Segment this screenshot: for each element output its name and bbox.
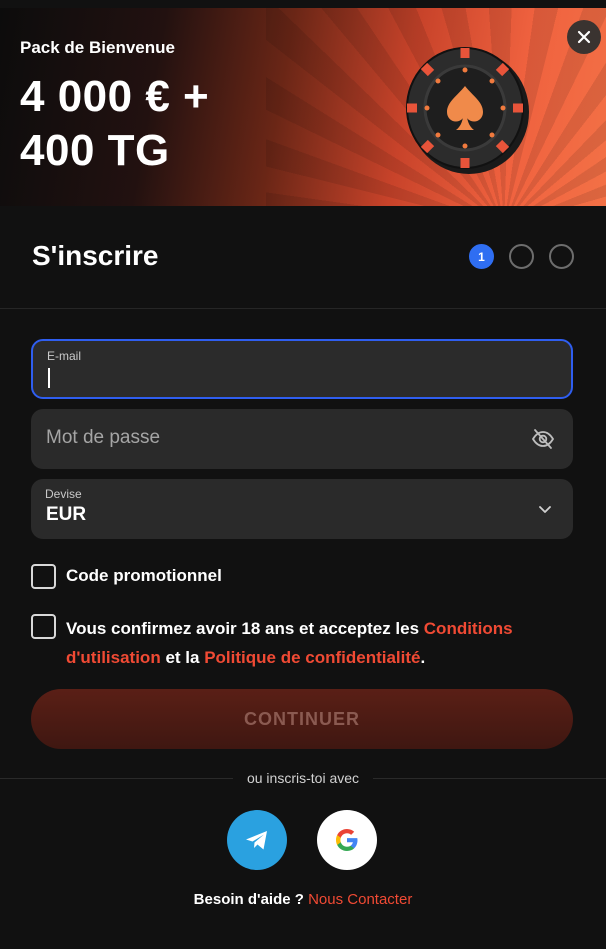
banner-title: 4 000 € + 400 TG bbox=[20, 70, 209, 178]
terms-text-middle: et la bbox=[160, 648, 205, 667]
close-icon bbox=[577, 30, 591, 44]
form-title: S'inscrire bbox=[32, 240, 159, 271]
terms-checkbox[interactable] bbox=[31, 614, 56, 639]
continue-button[interactable]: CONTINUER bbox=[31, 689, 573, 749]
welcome-banner: Pack de Bienvenue 4 000 € + 400 TG bbox=[0, 8, 606, 206]
text-caret bbox=[48, 368, 50, 388]
email-field[interactable]: E-mail bbox=[31, 339, 573, 399]
promo-code-label[interactable]: Code promotionnel bbox=[66, 566, 222, 586]
google-icon bbox=[336, 829, 358, 851]
social-divider: ou inscris-toi avec bbox=[0, 770, 606, 786]
eye-slash-icon[interactable] bbox=[531, 427, 555, 451]
email-label: E-mail bbox=[47, 349, 82, 363]
terms-text-after: . bbox=[420, 648, 426, 667]
banner-title-line2: 400 TG bbox=[20, 126, 170, 175]
banner-subtitle: Pack de Bienvenue bbox=[20, 38, 175, 57]
poker-chip-spade-icon bbox=[406, 47, 529, 174]
close-button[interactable] bbox=[567, 20, 601, 54]
privacy-policy-link[interactable]: Politique de confidentialité bbox=[204, 648, 420, 667]
terms-text-before: Vous confirmez avoir 18 ans et acceptez … bbox=[66, 619, 424, 638]
form-header: S'inscrire 1 bbox=[0, 206, 606, 309]
telegram-icon bbox=[246, 831, 267, 850]
google-login-button[interactable] bbox=[317, 810, 377, 870]
step-indicator-2 bbox=[509, 244, 534, 269]
terms-text: Vous confirmez avoir 18 ans et acceptez … bbox=[66, 614, 546, 672]
currency-select[interactable]: Devise EUR bbox=[31, 479, 573, 539]
help-text: Besoin d'aide ? bbox=[193, 891, 309, 908]
email-input[interactable] bbox=[47, 365, 527, 391]
password-field[interactable]: Mot de passe bbox=[31, 409, 573, 469]
promo-code-checkbox[interactable] bbox=[31, 564, 56, 589]
registration-modal: Pack de Bienvenue 4 000 € + 400 TG S'ins… bbox=[0, 8, 606, 949]
step-indicator-3 bbox=[549, 244, 574, 269]
social-divider-text: ou inscris-toi avec bbox=[232, 770, 374, 786]
contact-link[interactable]: Nous Contacter bbox=[308, 891, 412, 908]
currency-value: EUR bbox=[46, 504, 87, 525]
help-line: Besoin d'aide ? Nous Contacter bbox=[0, 891, 606, 908]
password-placeholder: Mot de passe bbox=[46, 427, 161, 448]
chevron-down-icon bbox=[539, 506, 551, 513]
banner-title-line1: 4 000 € + bbox=[20, 72, 210, 121]
currency-label: Devise bbox=[45, 487, 82, 501]
telegram-login-button[interactable] bbox=[227, 810, 287, 870]
step-indicator-1: 1 bbox=[469, 244, 494, 269]
